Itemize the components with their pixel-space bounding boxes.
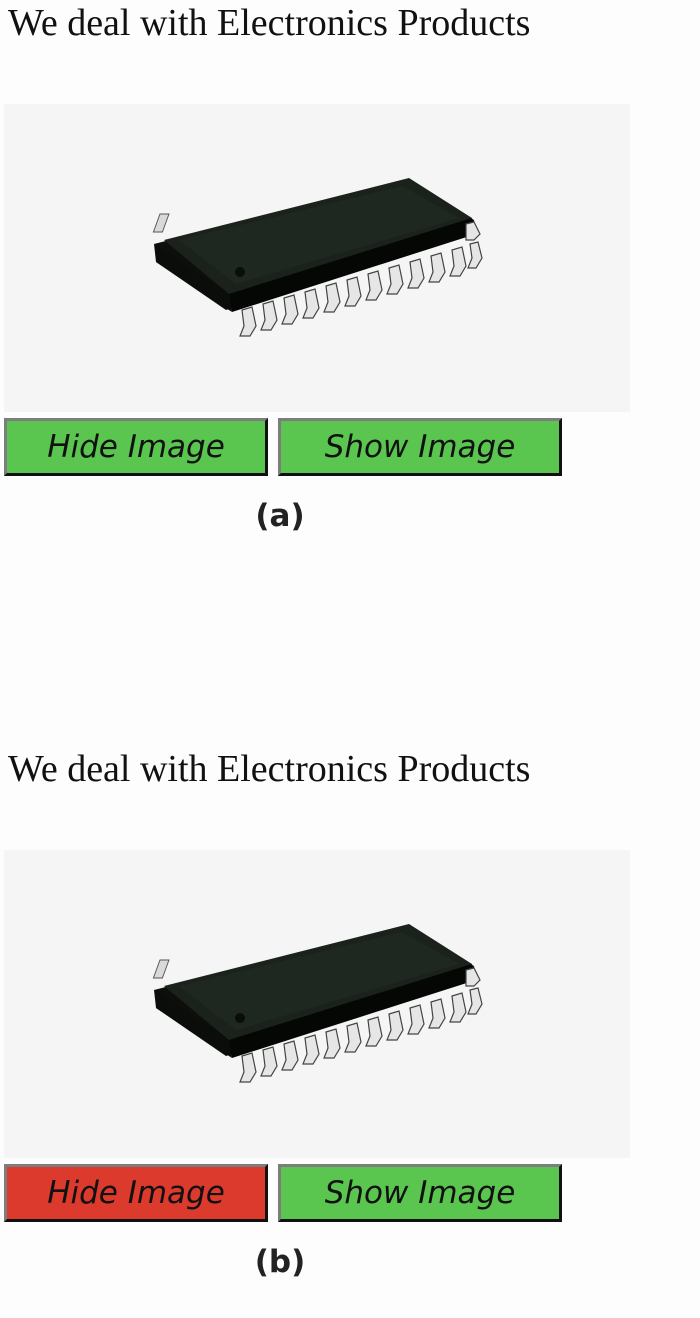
figure-caption: (a) bbox=[255, 498, 305, 534]
chip-illustration bbox=[152, 923, 483, 1083]
show-image-button[interactable]: Show Image bbox=[278, 1164, 562, 1222]
figure-caption: (b) bbox=[254, 1244, 306, 1280]
chip-image bbox=[4, 104, 630, 412]
hide-image-button[interactable]: Hide Image bbox=[4, 1164, 268, 1222]
chip-image bbox=[4, 850, 630, 1158]
show-image-button[interactable]: Show Image bbox=[278, 418, 562, 476]
page-heading: We deal with Electronics Products bbox=[8, 2, 531, 44]
chip-illustration bbox=[152, 177, 483, 337]
page-heading: We deal with Electronics Products bbox=[8, 748, 531, 790]
hide-image-button[interactable]: Hide Image bbox=[4, 418, 268, 476]
